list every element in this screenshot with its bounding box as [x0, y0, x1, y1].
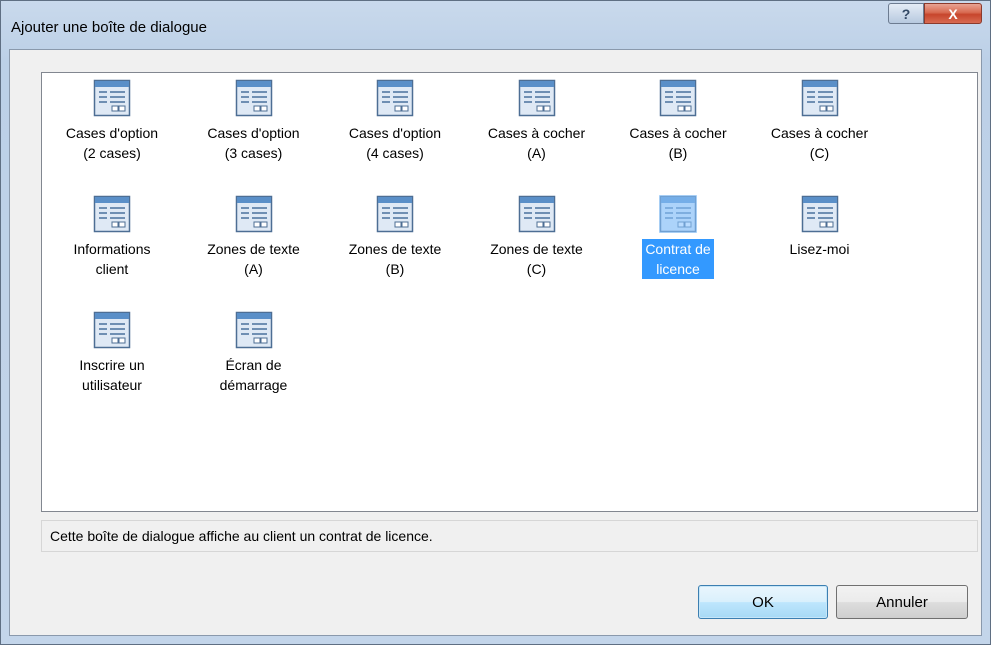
template-cases-option-2[interactable]: Cases d'option (2 cases) [42, 73, 182, 189]
close-button[interactable]: X [924, 3, 982, 24]
dialog-template-icon [235, 195, 273, 233]
dialog-template-icon [376, 195, 414, 233]
template-label: Informations client [73, 241, 151, 277]
help-icon: ? [901, 5, 911, 22]
dialog-template-icon [93, 79, 131, 117]
dialog-template-icon [659, 195, 697, 233]
template-cases-option-4[interactable]: Cases d'option (4 cases) [325, 73, 465, 189]
close-icon: X [948, 5, 958, 22]
dialog-template-icon [93, 311, 131, 349]
dialog-template-icon [518, 195, 556, 233]
add-dialog-window: Ajouter une boîte de dialogue ? X Cases … [0, 0, 991, 645]
description-bar: Cette boîte de dialogue affiche au clien… [41, 520, 978, 552]
dialog-template-icon [518, 79, 556, 117]
template-label: Zones de texte (C) [490, 241, 583, 277]
template-label: Cases à cocher (C) [770, 125, 869, 161]
description-text: Cette boîte de dialogue affiche au clien… [50, 528, 433, 544]
template-inscrire-utilisateur[interactable]: Inscrire un utilisateur [42, 305, 182, 421]
template-label: Zones de texte (B) [348, 241, 442, 277]
template-label: Cases d'option (3 cases) [207, 125, 300, 161]
template-label: Cases d'option (4 cases) [348, 125, 442, 161]
dialog-template-icon [93, 195, 131, 233]
template-contrat-licence[interactable]: Contrat de licence [608, 189, 748, 305]
template-cases-cocher-b[interactable]: Cases à cocher (B) [608, 73, 748, 189]
dialog-template-icon [235, 79, 273, 117]
title-bar[interactable]: Ajouter une boîte de dialogue ? X [1, 1, 990, 49]
template-zones-texte-c[interactable]: Zones de texte (C) [467, 189, 607, 305]
window-title: Ajouter une boîte de dialogue [11, 19, 207, 36]
template-label: Inscrire un utilisateur [79, 357, 145, 393]
template-label: Cases à cocher (B) [629, 125, 727, 161]
template-cases-cocher-a[interactable]: Cases à cocher (A) [467, 73, 607, 189]
template-lisez-moi[interactable]: Lisez-moi [750, 189, 890, 305]
template-label: Cases d'option (2 cases) [65, 125, 159, 161]
template-list[interactable]: Cases d'option (2 cases) Cases d'option (… [41, 72, 978, 512]
ok-button[interactable]: OK [698, 585, 828, 619]
template-label: Écran de démarrage [219, 357, 288, 393]
template-zones-texte-b[interactable]: Zones de texte (B) [325, 189, 465, 305]
template-label: Lisez-moi [789, 241, 850, 257]
template-label: Contrat de licence [642, 239, 714, 279]
template-informations-client[interactable]: Informations client [42, 189, 182, 305]
template-zones-texte-a[interactable]: Zones de texte (A) [184, 189, 324, 305]
cancel-button[interactable]: Annuler [836, 585, 968, 619]
dialog-template-icon [235, 311, 273, 349]
dialog-template-icon [801, 195, 839, 233]
template-ecran-demarrage[interactable]: Écran de démarrage [184, 305, 324, 421]
dialog-template-icon [801, 79, 839, 117]
dialog-template-icon [376, 79, 414, 117]
help-button[interactable]: ? [888, 3, 924, 24]
dialog-template-icon [659, 79, 697, 117]
template-label: Zones de texte (A) [207, 241, 300, 277]
dialog-client-area: Cases d'option (2 cases) Cases d'option (… [9, 49, 982, 636]
template-cases-cocher-c[interactable]: Cases à cocher (C) [750, 73, 890, 189]
template-label: Cases à cocher (A) [487, 125, 586, 161]
template-cases-option-3[interactable]: Cases d'option (3 cases) [184, 73, 324, 189]
